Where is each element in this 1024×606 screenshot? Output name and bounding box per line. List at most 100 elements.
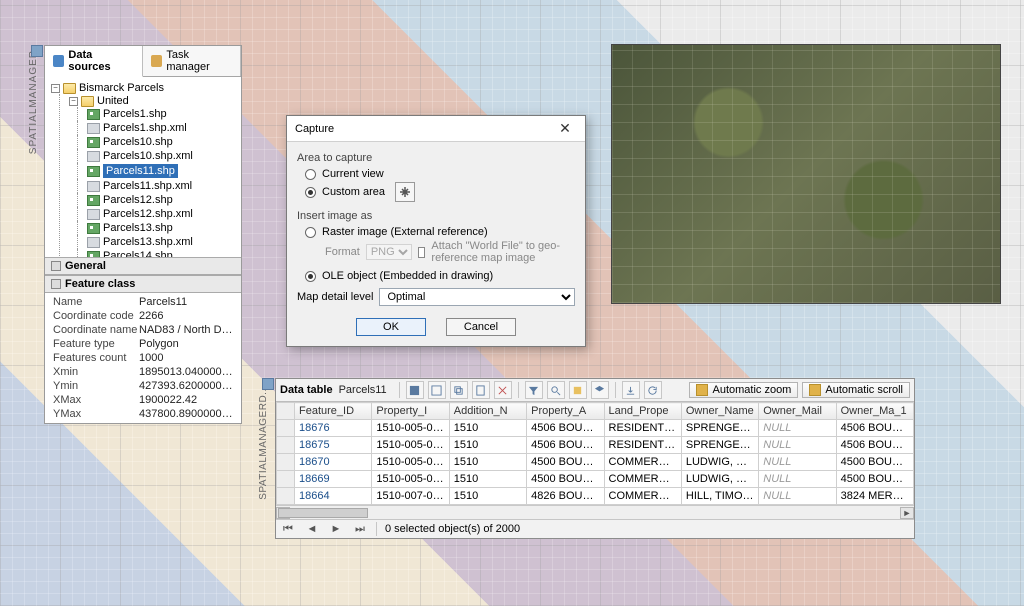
cell[interactable]: 4826 BOULDER .. [527,488,604,505]
tree-file-label[interactable]: Parcels13.shp [103,222,173,234]
expand-toggle[interactable]: − [69,97,78,106]
cell[interactable]: NULL [759,471,836,488]
cell[interactable]: 4500 BOULDER .. [836,471,913,488]
cell[interactable]: COMMERCIAL [604,471,681,488]
data-grid[interactable]: Feature_IDProperty_IAddition_NProperty_A… [276,402,914,505]
automatic-zoom-toggle[interactable]: Automatic zoom [689,382,798,398]
cell[interactable]: SPRENGER, MO.. [681,420,758,437]
cell[interactable]: 1510 [449,471,526,488]
column-header[interactable]: Owner_Name [681,403,758,420]
cell[interactable]: 1510 [449,488,526,505]
cell[interactable]: RESIDENTIAL [604,437,681,454]
panel-pin-icon[interactable] [31,45,43,57]
cell[interactable]: 4500 BOULDER .. [836,454,913,471]
dialog-titlebar[interactable]: Capture ✕ [287,116,585,142]
toolbar-export-icon[interactable] [622,381,640,399]
tree-file-label[interactable]: Parcels10.shp [103,136,173,148]
row-selector[interactable] [277,420,295,437]
column-header[interactable]: Owner_Mail [759,403,836,420]
cell[interactable]: HILL, TIMOTHY.. [681,488,758,505]
horizontal-scrollbar[interactable]: ◄ ► [276,505,914,519]
toolbar-zoom-icon[interactable] [547,381,565,399]
data-panel-toggle-icons[interactable] [262,378,274,390]
left-panel-toggle-icons[interactable] [31,45,43,57]
ok-button[interactable]: OK [356,318,426,336]
cell[interactable]: RESIDENTIAL [604,420,681,437]
toolbar-select-icon[interactable] [428,381,446,399]
toolbar-delete-icon[interactable] [494,381,512,399]
cell[interactable]: 4506 BOULDER .. [527,420,604,437]
row-selector[interactable] [277,437,295,454]
cell[interactable]: 4506 BOULDER .. [836,437,913,454]
tree-file-label[interactable]: Parcels13.shp.xml [103,236,193,248]
radio-current-view[interactable]: Current view [305,168,575,180]
cell[interactable]: LUDWIG, CHRIS.. [681,471,758,488]
row-selector[interactable] [277,454,295,471]
cell[interactable]: 1510-005-060 [372,454,449,471]
tree-file-label[interactable]: Parcels1.shp [103,108,167,120]
column-header[interactable]: Owner_Ma_1 [836,403,913,420]
row-selector[interactable] [277,488,295,505]
table-row[interactable]: 186691510-005-06015104500 BOULDER ..COMM… [277,471,914,488]
tree-file-label[interactable]: Parcels1.shp.xml [103,122,187,134]
radio-ole-object[interactable]: OLE object (Embedded in drawing) [305,270,575,282]
cell[interactable]: 1510-005-055 [372,437,449,454]
radio-custom-area[interactable]: Custom area [305,182,575,202]
table-row[interactable]: 186701510-005-0601510 4500 BOULDER .. COMM… [277,454,914,471]
table-row[interactable]: 186751510-005-05515104506 BOULDER ..RESI… [277,437,914,454]
expand-toggle[interactable]: − [51,84,60,93]
table-row[interactable]: 186641510-007-00115104826 BOULDER ..COMM… [277,488,914,505]
cell[interactable]: 4506 BOULDER .. [836,420,913,437]
cell[interactable]: 4500 BOULDER .. [527,471,604,488]
cell[interactable]: 18676 [295,420,372,437]
column-header[interactable]: Property_A [527,403,604,420]
row-selector[interactable] [277,471,295,488]
pager-next-icon[interactable]: ► [328,523,344,535]
scroll-thumb[interactable] [278,508,368,518]
cell[interactable]: 18670 [295,454,372,471]
radio-raster-image[interactable]: Raster image (External reference) [305,226,575,238]
panel-pin-icon[interactable] [262,378,274,390]
column-header[interactable]: Feature_ID [295,403,372,420]
column-header[interactable]: Land_Prope [604,403,681,420]
cell[interactable]: NULL [759,420,836,437]
map-detail-select[interactable]: Optimal [379,288,575,306]
toolbar-save-icon[interactable] [406,381,424,399]
tree-file-label[interactable]: Parcels12.shp [103,194,173,206]
cell[interactable]: 18669 [295,471,372,488]
cell[interactable]: 1510-005-055 [372,420,449,437]
tree-file-label[interactable]: Parcels14.shp [103,250,173,257]
row-header-corner[interactable] [277,403,295,420]
toolbar-layers-icon[interactable] [591,381,609,399]
toolbar-paste-icon[interactable] [472,381,490,399]
cell[interactable]: 1510 [449,437,526,454]
tree-node-label[interactable]: Bismarck Parcels [79,82,164,94]
cell[interactable]: 1510 [449,454,526,471]
cell[interactable]: NULL [759,437,836,454]
toolbar-refresh-icon[interactable] [644,381,662,399]
cell[interactable]: COMMERCIAL [604,454,681,471]
tree-file-label[interactable]: Parcels11.shp [103,164,178,178]
tab-task-manager[interactable]: Task manager [143,46,241,76]
cancel-button[interactable]: Cancel [446,318,516,336]
tree-file-label[interactable]: Parcels10.shp.xml [103,150,193,162]
automatic-scroll-toggle[interactable]: Automatic scroll [802,382,910,398]
pick-area-button[interactable] [395,182,415,202]
cell[interactable]: 1510 [449,420,526,437]
cell[interactable]: NULL [759,488,836,505]
tab-data-sources[interactable]: Data sources [45,46,143,77]
cell[interactable]: 1510-005-060 [372,471,449,488]
section-feature-class[interactable]: Feature class [45,275,241,293]
pager-first-icon[interactable]: ⏮ [280,523,296,536]
cell[interactable]: NULL [759,454,836,471]
tree-node-label[interactable]: United [97,95,129,107]
column-header[interactable]: Addition_N [449,403,526,420]
cell[interactable]: LUDWIG, CHRIS.. [681,454,758,471]
cell[interactable]: 18664 [295,488,372,505]
section-general[interactable]: General [45,257,241,275]
cell[interactable]: 4506 BOULDER .. [527,437,604,454]
cell[interactable]: COMMERCIAL [604,488,681,505]
column-header[interactable]: Property_I [372,403,449,420]
toolbar-filter-icon[interactable] [525,381,543,399]
tree-file-label[interactable]: Parcels12.shp.xml [103,208,193,220]
